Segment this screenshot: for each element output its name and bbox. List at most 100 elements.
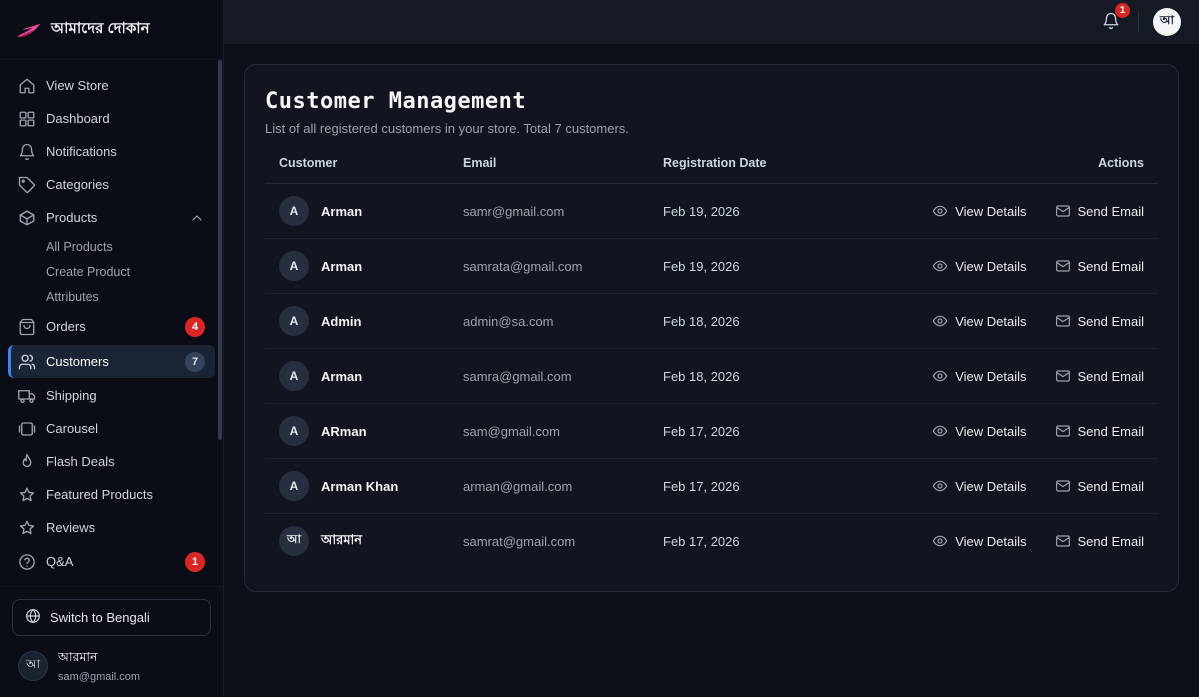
sidebar-item-notifications[interactable]: Notifications: [8, 136, 215, 167]
sidebar-item-orders[interactable]: Orders4: [8, 310, 215, 343]
star-icon: [18, 486, 36, 504]
sidebar-item-label: Featured Products: [46, 487, 205, 502]
eye-icon: [932, 203, 948, 219]
customer-avatar: A: [279, 251, 309, 281]
customer-name: Admin: [321, 314, 361, 329]
chevron-up-icon: [189, 210, 205, 226]
registration-date: Feb 18, 2026: [663, 369, 844, 384]
sidebar-item-label: Categories: [46, 177, 205, 192]
switch-language-button[interactable]: Switch to Bengali: [12, 599, 211, 636]
mail-icon: [1055, 423, 1071, 439]
sidebar-item-label: Q&A: [46, 554, 175, 569]
registration-date: Feb 17, 2026: [663, 479, 844, 494]
page-title: Customer Management: [265, 89, 1158, 114]
send-email-button[interactable]: Send Email: [1055, 313, 1144, 329]
customer-cell: AArman: [279, 361, 463, 391]
star-icon: [18, 519, 36, 537]
mail-icon: [1055, 478, 1071, 494]
send-email-button[interactable]: Send Email: [1055, 368, 1144, 384]
eye-icon: [932, 313, 948, 329]
registration-date: Feb 18, 2026: [663, 314, 844, 329]
send-email-label: Send Email: [1078, 204, 1144, 219]
notification-badge: 4: [185, 317, 205, 337]
home-icon: [18, 77, 36, 95]
sidebar-item-view-store[interactable]: View Store: [8, 70, 215, 101]
customer-name: Arman Khan: [321, 479, 398, 494]
brand: আমাদের দোকান: [0, 0, 223, 60]
notification-badge: 1: [185, 552, 205, 572]
row-actions: View Details Send Email: [844, 313, 1144, 329]
sidebar-item-dashboard[interactable]: Dashboard: [8, 103, 215, 134]
view-details-button[interactable]: View Details: [932, 313, 1026, 329]
profile-email: sam@gmail.com: [58, 671, 140, 683]
registration-date: Feb 17, 2026: [663, 424, 844, 439]
customer-avatar: A: [279, 306, 309, 336]
registration-date: Feb 17, 2026: [663, 534, 844, 549]
send-email-button[interactable]: Send Email: [1055, 258, 1144, 274]
customer-row: AAdminadmin@sa.comFeb 18, 2026View Detai…: [265, 294, 1158, 349]
customer-cell: AArman: [279, 196, 463, 226]
customer-row: AArmansamrata@gmail.comFeb 19, 2026View …: [265, 239, 1158, 294]
sidebar-subitem-attributes[interactable]: Attributes: [8, 285, 215, 309]
sidebar-subitem-all-products[interactable]: All Products: [8, 235, 215, 259]
sidebar-subitem-create-product[interactable]: Create Product: [8, 260, 215, 284]
send-email-button[interactable]: Send Email: [1055, 478, 1144, 494]
view-details-button[interactable]: View Details: [932, 478, 1026, 494]
sidebar-item-label: Flash Deals: [46, 454, 205, 469]
sidebar-item-label: Reviews: [46, 520, 205, 535]
send-email-label: Send Email: [1078, 479, 1144, 494]
view-details-button[interactable]: View Details: [932, 368, 1026, 384]
sidebar-subitem-label: Create Product: [46, 265, 130, 279]
view-details-button[interactable]: View Details: [932, 533, 1026, 549]
row-actions: View Details Send Email: [844, 533, 1144, 549]
help-circle-icon: [18, 553, 36, 571]
eye-icon: [932, 533, 948, 549]
customer-email: samra@gmail.com: [463, 369, 663, 384]
row-actions: View Details Send Email: [844, 423, 1144, 439]
customers-table: CustomerEmailRegistration DateActions AA…: [265, 156, 1158, 568]
sidebar-item-categories[interactable]: Categories: [8, 169, 215, 200]
sidebar-scrollbar[interactable]: [218, 60, 222, 440]
tag-icon: [18, 176, 36, 194]
sidebar-item-featured-products[interactable]: Featured Products: [8, 479, 215, 510]
view-details-button[interactable]: View Details: [932, 258, 1026, 274]
sidebar-item-carousel[interactable]: Carousel: [8, 413, 215, 444]
sidebar-item-label: Customers: [46, 354, 175, 369]
view-details-label: View Details: [955, 424, 1026, 439]
sidebar-item-products[interactable]: Products: [8, 202, 215, 233]
sidebar-item-label: View Store: [46, 78, 205, 93]
customer-email: samrat@gmail.com: [463, 534, 663, 549]
customer-email: samr@gmail.com: [463, 204, 663, 219]
sidebar-item-reviews[interactable]: Reviews: [8, 512, 215, 543]
sidebar-item-flash-deals[interactable]: Flash Deals: [8, 446, 215, 477]
column-header-customer: Customer: [279, 156, 463, 170]
send-email-button[interactable]: Send Email: [1055, 203, 1144, 219]
eye-icon: [932, 478, 948, 494]
send-email-button[interactable]: Send Email: [1055, 423, 1144, 439]
customer-row: AARmansam@gmail.comFeb 17, 2026View Deta…: [265, 404, 1158, 459]
customer-name: ARman: [321, 424, 367, 439]
customer-name: Arman: [321, 204, 362, 219]
customer-cell: AArman Khan: [279, 471, 463, 501]
sidebar-item-shipping[interactable]: Shipping: [8, 380, 215, 411]
customer-name: Arman: [321, 369, 362, 384]
view-details-button[interactable]: View Details: [932, 203, 1026, 219]
column-header-email: Email: [463, 156, 663, 170]
users-icon: [18, 353, 36, 371]
mail-icon: [1055, 313, 1071, 329]
sidebar-item-q-a[interactable]: Q&A 1: [8, 545, 215, 578]
view-details-label: View Details: [955, 369, 1026, 384]
eye-icon: [932, 258, 948, 274]
row-actions: View Details Send Email: [844, 368, 1144, 384]
send-email-label: Send Email: [1078, 259, 1144, 274]
user-profile[interactable]: আ আরমান sam@gmail.com: [12, 636, 211, 697]
registration-date: Feb 19, 2026: [663, 204, 844, 219]
send-email-button[interactable]: Send Email: [1055, 533, 1144, 549]
view-details-button[interactable]: View Details: [932, 423, 1026, 439]
page-subtitle: List of all registered customers in your…: [265, 121, 1158, 136]
customer-cell: AARman: [279, 416, 463, 446]
sidebar-item-customers[interactable]: Customers7: [8, 345, 215, 378]
notifications-button[interactable]: 1: [1098, 8, 1124, 37]
topbar-avatar[interactable]: আ: [1153, 8, 1181, 36]
row-actions: View Details Send Email: [844, 258, 1144, 274]
